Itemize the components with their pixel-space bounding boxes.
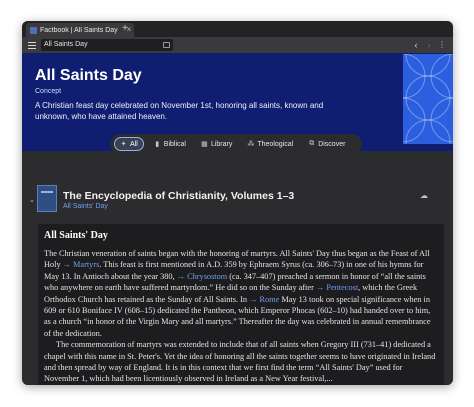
back-button[interactable]: ‹ [411, 39, 421, 51]
article-paragraph: The commemoration of martyrs was extende… [44, 340, 436, 384]
address-toolbar: All Saints Day ‹ › ⋮ [22, 37, 453, 53]
bookmark-icon: ▮ [155, 141, 160, 148]
sparkle-icon: ✦ [120, 141, 127, 148]
xref-link-martyrs[interactable]: → Martyrs [63, 260, 100, 269]
book-article-link[interactable]: All Saints' Day [63, 203, 108, 210]
reader-icon[interactable] [163, 42, 170, 48]
browser-window: Factbook | All Saints Day × + All Saints… [22, 21, 453, 385]
tab-factbook[interactable]: Factbook | All Saints Day × [26, 23, 134, 37]
chevron-down-icon[interactable]: ⌄ [29, 196, 35, 204]
new-tab-button[interactable]: + [119, 23, 131, 35]
filter-label: Theological [257, 140, 294, 148]
xref-link-pentecost[interactable]: → Pentecost [316, 283, 358, 292]
tab-title: Factbook | All Saints Day [40, 26, 118, 34]
menu-icon[interactable] [27, 40, 37, 50]
page-description: A Christian feast day celebrated on Nove… [35, 101, 324, 121]
filter-label: Biblical [163, 140, 186, 148]
xref-link-chrysostom[interactable]: → Chrysostom [177, 272, 227, 281]
article-excerpt: All Saints' Day The Christian veneration… [38, 224, 444, 385]
more-options-button[interactable]: ⋮ [437, 39, 447, 51]
filter-label: Discover [318, 140, 346, 148]
article-title: All Saints' Day [44, 230, 108, 241]
decorative-pattern [403, 54, 453, 144]
page-subtitle: Concept [35, 88, 62, 95]
filter-bar: ✦ All ▮ Biblical ▦ Library ⁂ Theological… [110, 134, 362, 154]
favicon-icon [30, 26, 37, 34]
article-paragraph: The Christian veneration of saints began… [44, 248, 439, 339]
discover-icon: ⧉ [309, 140, 315, 147]
shapes-icon: ⁂ [247, 141, 255, 148]
results-panel: ⌄ The Encyclopedia of Christianity, Volu… [22, 154, 453, 385]
filter-theological[interactable]: ⁂ Theological [242, 137, 298, 151]
address-text: All Saints Day [44, 41, 88, 48]
filter-label: Library [210, 140, 233, 148]
forward-button[interactable]: › [424, 39, 434, 51]
page-title: All Saints Day [35, 67, 142, 84]
book-title[interactable]: The Encyclopedia of Christianity, Volume… [63, 190, 294, 202]
book-cover-image[interactable] [37, 185, 57, 212]
filter-discover[interactable]: ⧉ Discover [303, 137, 350, 151]
address-bar[interactable]: All Saints Day [41, 39, 173, 51]
book-icon: ▦ [201, 141, 208, 148]
xref-link-rome[interactable]: → Rome [249, 295, 279, 304]
filter-biblical[interactable]: ▮ Biblical [149, 137, 191, 151]
cloud-icon[interactable]: ☁ [420, 191, 428, 200]
tab-strip: Factbook | All Saints Day × + [22, 21, 453, 37]
filter-library[interactable]: ▦ Library [196, 137, 237, 151]
filter-label: All [130, 140, 138, 148]
filter-all[interactable]: ✦ All [114, 137, 144, 151]
